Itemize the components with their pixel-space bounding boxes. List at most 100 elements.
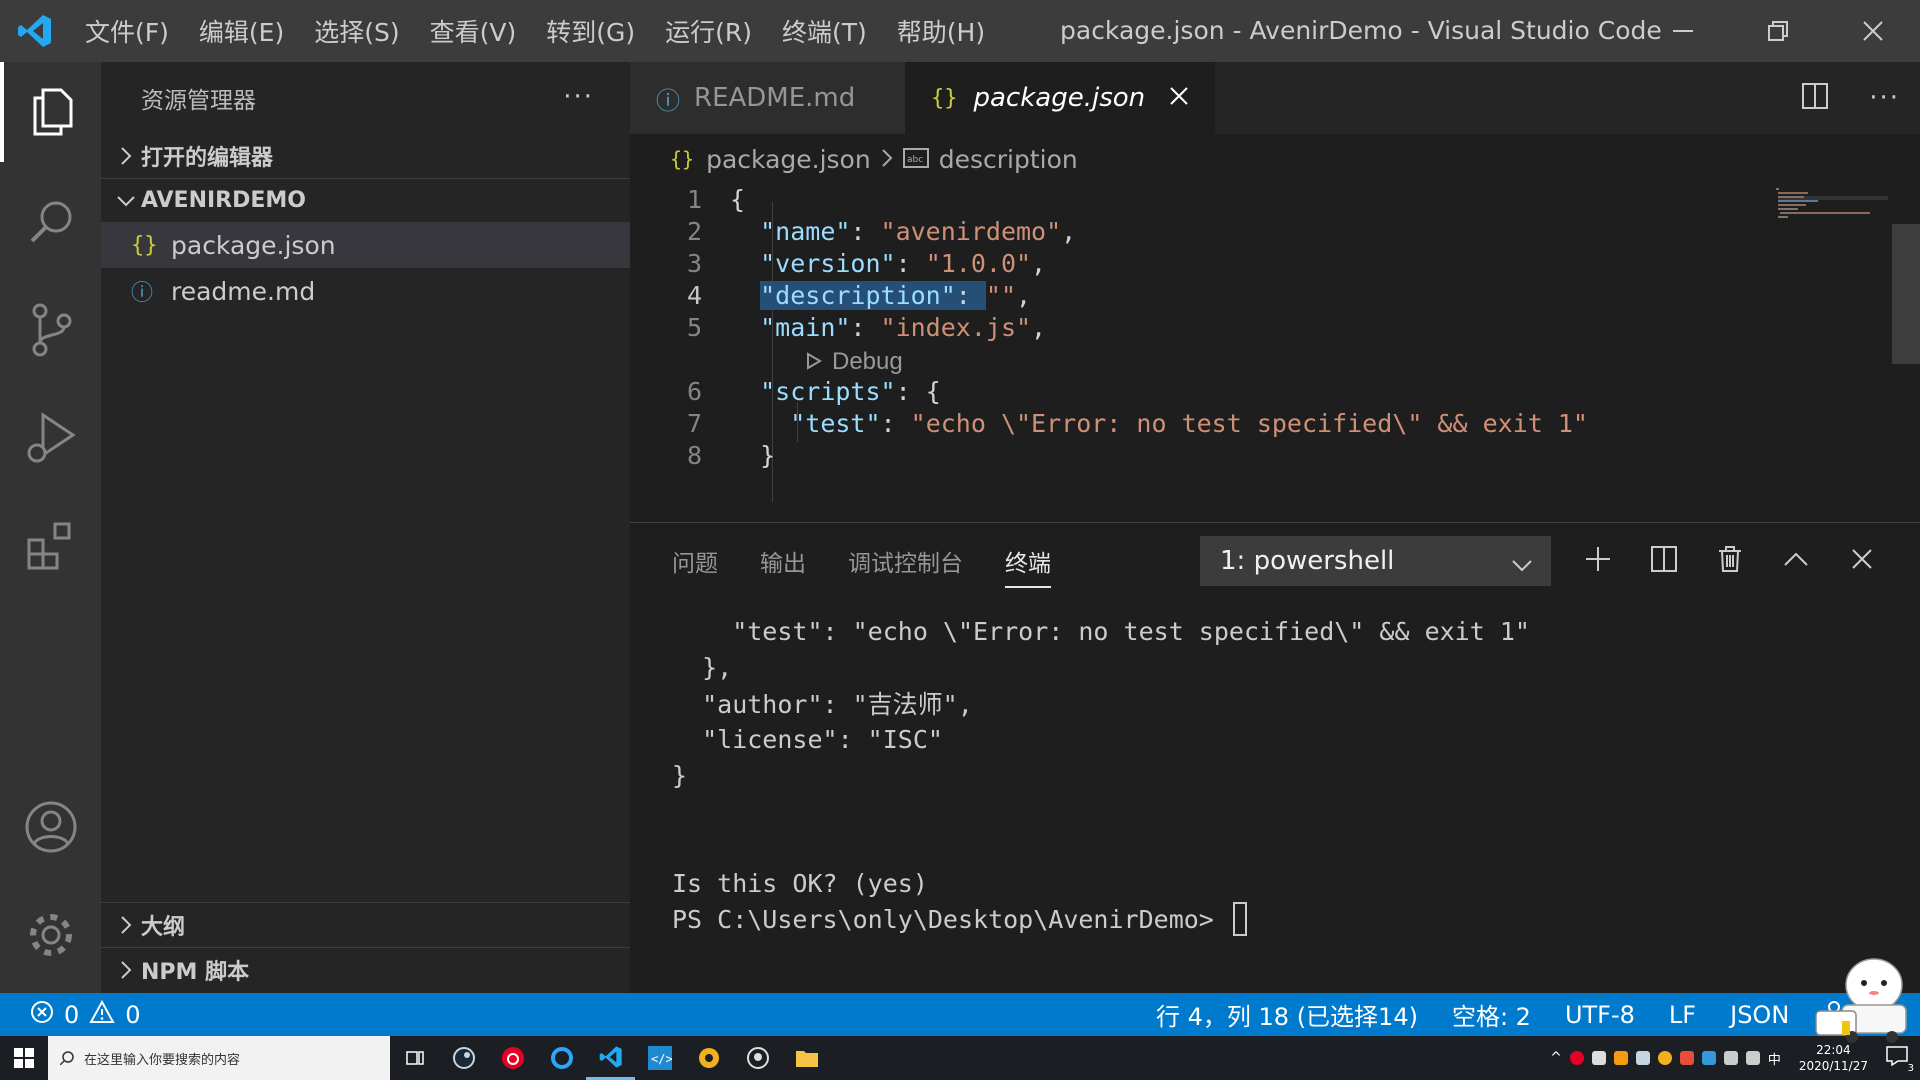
vscode-logo-icon[interactable] xyxy=(0,0,70,62)
npm-scripts-section[interactable]: NPM 脚本 xyxy=(101,948,630,992)
terminal-output[interactable]: "test": "echo \"Error: no test specified… xyxy=(672,613,1530,937)
desktop-pet-mascot[interactable] xyxy=(1812,955,1912,1047)
cursor-position[interactable]: 行 4，列 18 (已选择14) xyxy=(1156,997,1418,1032)
terminal-prompt-line: PS C:\Users\only\Desktop\AvenirDemo> xyxy=(672,901,1530,937)
json-brace: { xyxy=(925,377,941,406)
editor-more-button[interactable]: ··· xyxy=(1869,83,1900,113)
outline-section-wrapper: 大纲 xyxy=(101,902,630,947)
encoding[interactable]: UTF-8 xyxy=(1565,1001,1635,1029)
breadcrumb-symbol[interactable]: description xyxy=(939,145,1078,174)
minimap[interactable] xyxy=(1760,184,1910,522)
search-button[interactable] xyxy=(0,172,101,272)
menu-terminal[interactable]: 终端(T) xyxy=(767,13,882,49)
bluetooth-icon[interactable] xyxy=(1701,1051,1716,1065)
tab-terminal[interactable]: 终端 xyxy=(1005,544,1051,588)
chevron-up-icon xyxy=(1784,552,1808,566)
steam-app[interactable] xyxy=(439,1036,488,1080)
terminal-select[interactable]: 1: powershell xyxy=(1200,536,1551,586)
end-of-line[interactable]: LF xyxy=(1669,1001,1696,1029)
tab-debug-console[interactable]: 调试控制台 xyxy=(848,544,963,578)
kill-terminal-button[interactable] xyxy=(1712,541,1748,577)
menu-selection[interactable]: 选择(S) xyxy=(299,13,414,49)
json-icon: {} xyxy=(931,85,958,111)
menu-edit[interactable]: 编辑(E) xyxy=(184,13,299,49)
manage-button[interactable] xyxy=(0,885,101,985)
close-panel-button[interactable] xyxy=(1844,541,1880,577)
maximize-panel-button[interactable] xyxy=(1778,541,1814,577)
file-explorer-app[interactable] xyxy=(782,1036,831,1080)
explorer-header: 资源管理器 ··· xyxy=(101,62,630,134)
code-editor[interactable]: 1 { 2 "name": "avenirdemo", 3 "version":… xyxy=(630,184,1920,522)
problems-status[interactable]: 0 0 xyxy=(0,999,141,1030)
split-editor-button[interactable] xyxy=(1801,82,1829,114)
info-icon: ⓘ xyxy=(656,86,680,115)
vscode-app[interactable] xyxy=(586,1036,635,1080)
menu-go[interactable]: 转到(G) xyxy=(531,13,650,49)
tab-problems[interactable]: 问题 xyxy=(672,544,718,578)
chrome-canary-icon xyxy=(698,1048,719,1068)
chrome-canary-app[interactable] xyxy=(684,1036,733,1080)
minimize-button[interactable] xyxy=(1635,0,1730,62)
json-key: "name" xyxy=(760,217,851,246)
source-control-button[interactable] xyxy=(0,280,101,380)
accounts-button[interactable] xyxy=(0,777,101,877)
tray-app-icon[interactable] xyxy=(1569,1051,1584,1065)
title-bar: 文件(F) 编辑(E) 选择(S) 查看(V) 转到(G) 运行(R) 终端(T… xyxy=(0,0,1920,62)
tab-readme[interactable]: ⓘ README.md xyxy=(630,62,905,134)
file-name: package.json xyxy=(171,230,336,260)
menu-view[interactable]: 查看(V) xyxy=(415,13,532,49)
indentation[interactable]: 空格: 2 xyxy=(1452,997,1531,1032)
volume-icon[interactable] xyxy=(1745,1051,1760,1065)
tray-app-icon[interactable] xyxy=(1613,1051,1628,1065)
folder-section[interactable]: AVENIRDEMO xyxy=(101,178,630,222)
split-terminal-button[interactable] xyxy=(1646,541,1682,577)
code-app[interactable]: </> xyxy=(635,1036,684,1080)
menu-help[interactable]: 帮助(H) xyxy=(882,13,1000,49)
tab-output[interactable]: 输出 xyxy=(760,544,806,578)
status-right: 行 4，列 18 (已选择14) 空格: 2 UTF-8 LF JSON xyxy=(1156,993,1846,1036)
tab-package-json[interactable]: {} package.json xyxy=(905,62,1216,134)
more-actions-button[interactable]: ··· xyxy=(563,82,594,112)
close-tab-button[interactable] xyxy=(1169,83,1189,113)
close-window-button[interactable] xyxy=(1825,0,1920,62)
trash-icon xyxy=(1719,546,1741,572)
bottom-panel: 问题 输出 调试控制台 终端 1: powershell "test": "ec… xyxy=(630,522,1920,993)
task-view-button[interactable] xyxy=(390,1036,439,1080)
start-button[interactable] xyxy=(0,1036,48,1080)
windows-logo-icon xyxy=(14,1048,34,1068)
file-readme-md[interactable]: ⓘ readme.md xyxy=(101,268,630,314)
notification-button[interactable]: 3 xyxy=(1886,1046,1914,1074)
svg-text:</>: </> xyxy=(651,1052,672,1066)
run-debug-button[interactable] xyxy=(0,388,101,488)
terminal-line: "license": "ISC" xyxy=(672,724,943,754)
file-package-json[interactable]: {} package.json xyxy=(101,222,630,268)
outline-section[interactable]: 大纲 xyxy=(101,903,630,947)
ime-indicator[interactable]: 中 xyxy=(1768,1049,1781,1068)
tray-app-icon[interactable] xyxy=(1657,1051,1672,1065)
tray-expand-icon[interactable]: ^ xyxy=(1550,1050,1562,1066)
extensions-button[interactable] xyxy=(0,496,101,596)
breadcrumb-file[interactable]: package.json xyxy=(706,145,871,174)
error-count: 0 xyxy=(64,1000,80,1029)
language-mode[interactable]: JSON xyxy=(1730,1001,1789,1029)
open-editors-section[interactable]: 打开的编辑器 xyxy=(101,134,630,178)
menu-run[interactable]: 运行(R) xyxy=(650,13,767,49)
close-icon xyxy=(1170,87,1188,105)
editor-scrollbar[interactable] xyxy=(1892,224,1920,364)
new-terminal-button[interactable] xyxy=(1580,541,1616,577)
search-icon xyxy=(30,201,71,243)
taskbar-search[interactable]: 在这里输入你要搜索的内容 xyxy=(48,1036,390,1080)
task-view-icon xyxy=(405,1051,424,1065)
netease-music-app[interactable] xyxy=(488,1036,537,1080)
restore-button[interactable] xyxy=(1730,0,1825,62)
chevron-right-icon xyxy=(881,145,893,174)
tray-app-icon[interactable] xyxy=(1679,1051,1694,1065)
menu-file[interactable]: 文件(F) xyxy=(70,13,184,49)
qq-browser-app[interactable] xyxy=(537,1036,586,1080)
network-icon[interactable] xyxy=(1723,1051,1738,1065)
json-value: "avenirdemo" xyxy=(880,217,1062,246)
microphone-icon[interactable] xyxy=(1591,1051,1606,1065)
explorer-button[interactable] xyxy=(0,62,101,162)
steam-tray-icon[interactable] xyxy=(1635,1051,1650,1065)
github-app[interactable] xyxy=(733,1036,782,1080)
